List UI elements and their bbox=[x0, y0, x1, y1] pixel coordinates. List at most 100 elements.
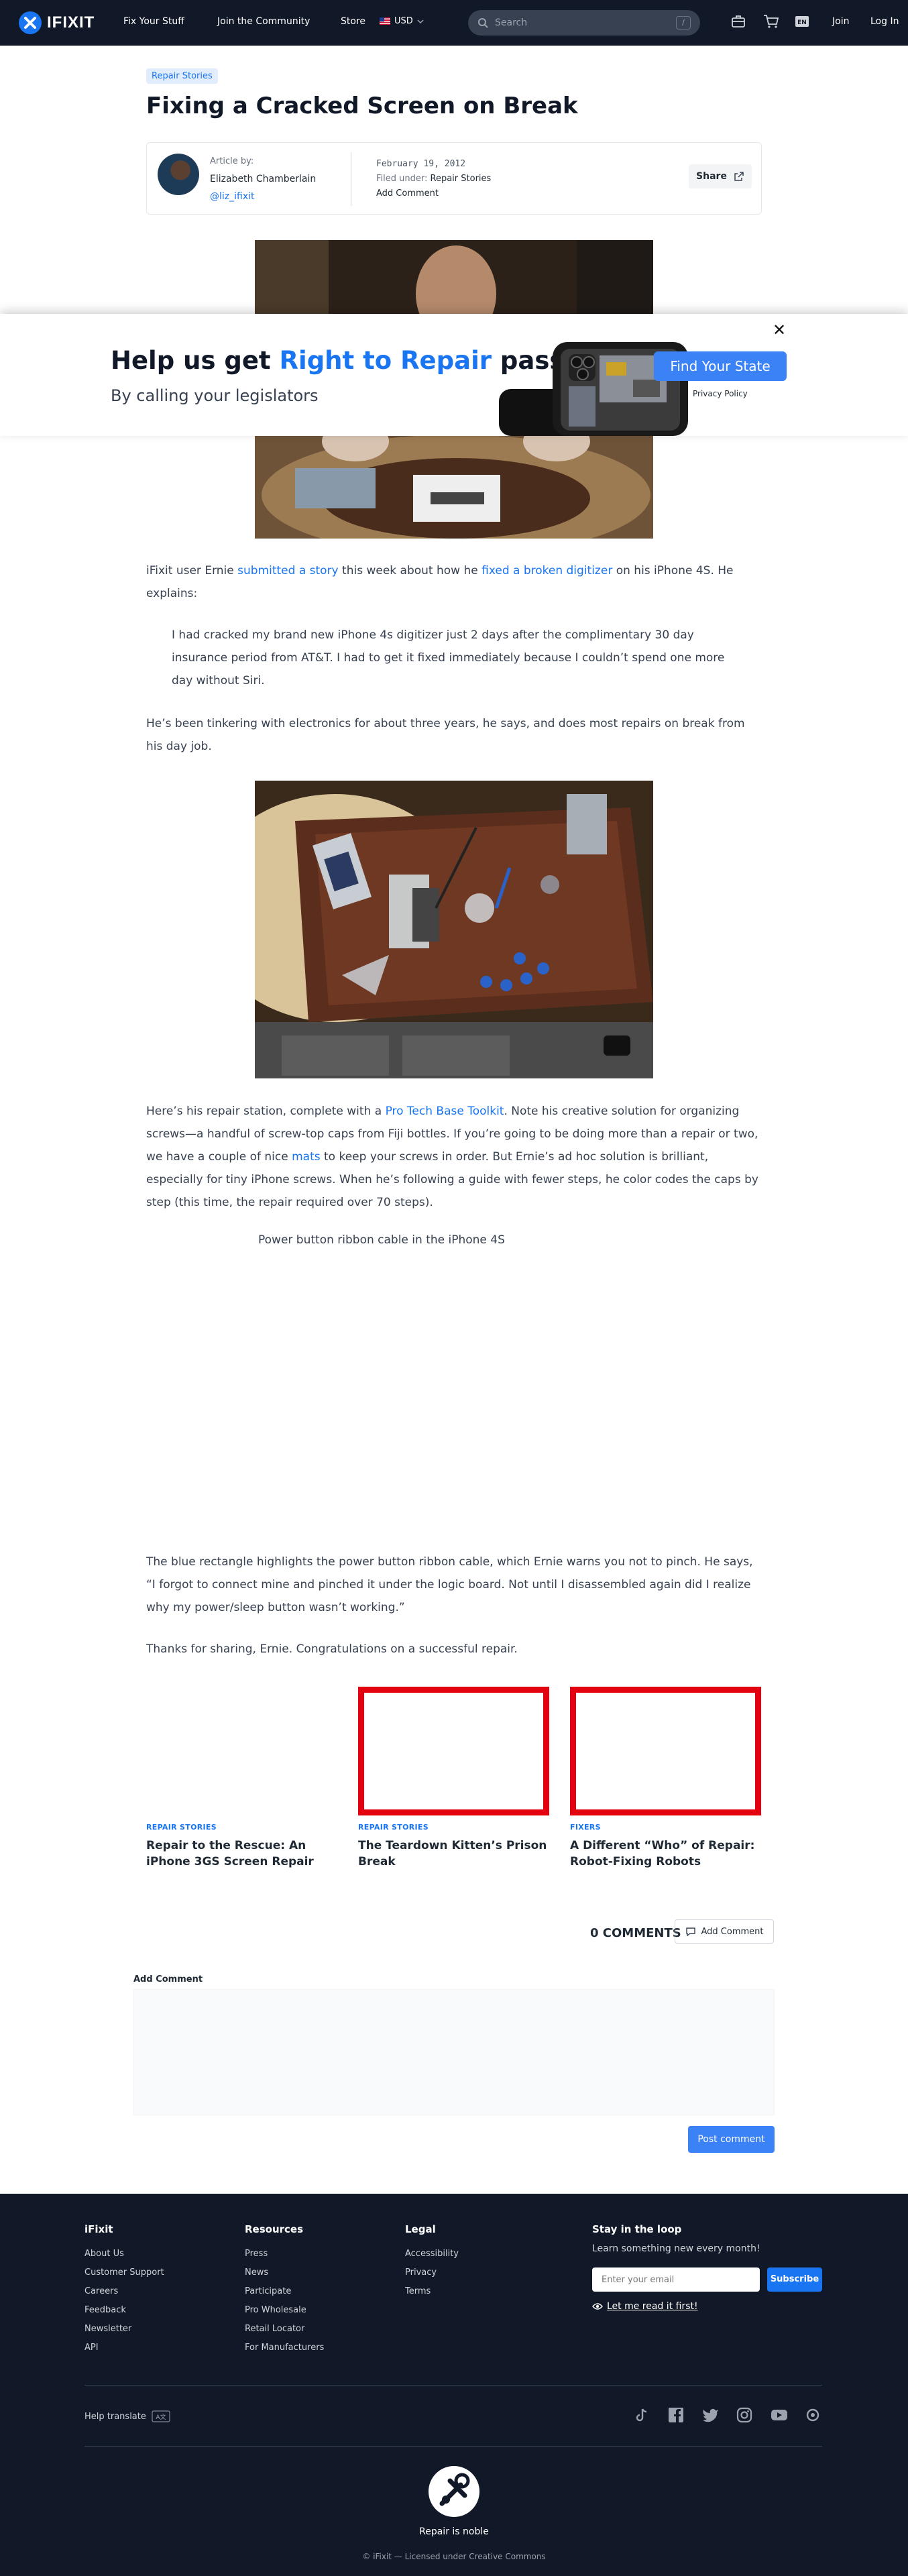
help-translate-label: Help translate bbox=[84, 2411, 146, 2422]
footer-link[interactable]: News bbox=[245, 2267, 268, 2278]
filed-under-link[interactable]: Repair Stories bbox=[431, 174, 492, 184]
related-card-title[interactable]: Repair to the Rescue: An iPhone 3GS Scre… bbox=[146, 1838, 341, 1870]
related-card-title[interactable]: The Teardown Kitten’s Prison Break bbox=[358, 1838, 553, 1870]
category-tag[interactable]: Repair Stories bbox=[146, 68, 218, 84]
filed-under-label: Filed under: bbox=[376, 174, 428, 184]
find-your-state-button[interactable]: Find Your State bbox=[654, 351, 787, 381]
paragraph-thanks: Thanks for sharing, Ernie. Congratulatio… bbox=[146, 1642, 518, 1656]
community-icon[interactable] bbox=[805, 2407, 821, 2423]
language-icon[interactable]: EN bbox=[795, 15, 809, 27]
blockquote: I had cracked my brand new iPhone 4s dig… bbox=[172, 628, 725, 687]
author-name: Elizabeth Chamberlain bbox=[210, 174, 317, 184]
footer-link[interactable]: Customer Support bbox=[84, 2267, 164, 2278]
add-comment-button[interactable]: Add Comment bbox=[675, 1919, 774, 1944]
banner-close-icon[interactable]: ✕ bbox=[773, 321, 786, 339]
right-to-repair-banner: ✕ Help us get Right to Repair passed By … bbox=[0, 314, 908, 436]
footer-link[interactable]: For Manufacturers bbox=[245, 2343, 324, 2353]
search-shortcut-hint: / bbox=[676, 16, 691, 30]
fixed-digitizer-link[interactable]: fixed a broken digitizer bbox=[481, 564, 612, 577]
comments-count: 0 COMMENTS bbox=[590, 1926, 681, 1940]
related-card-tag[interactable]: REPAIR STORIES bbox=[146, 1823, 217, 1832]
footer-link[interactable]: Pro Wholesale bbox=[245, 2305, 306, 2315]
search-input[interactable] bbox=[495, 17, 669, 28]
login-link[interactable]: Log In bbox=[870, 16, 899, 27]
ifixit-logo[interactable]: IFIXIT bbox=[19, 11, 95, 34]
related-card-image[interactable] bbox=[358, 1687, 549, 1815]
site-footer: iFixit About Us Customer Support Careers… bbox=[0, 2194, 908, 2576]
footer-link[interactable]: Newsletter bbox=[84, 2324, 131, 2334]
footer-heading-resources: Resources bbox=[245, 2223, 304, 2235]
search-icon bbox=[478, 18, 488, 28]
share-label: Share bbox=[696, 171, 727, 182]
join-link[interactable]: Join bbox=[832, 16, 849, 27]
footer-tagline: Repair is noble bbox=[419, 2526, 489, 2537]
repair-station-photo bbox=[255, 781, 653, 1078]
filed-under: Filed under: Repair Stories bbox=[376, 174, 491, 184]
mats-link[interactable]: mats bbox=[292, 1150, 321, 1164]
author-avatar[interactable] bbox=[158, 154, 199, 195]
footer-divider bbox=[84, 2385, 822, 2386]
post-comment-button[interactable]: Post comment bbox=[688, 2126, 775, 2153]
banner-headline-pre: Help us get bbox=[111, 346, 280, 375]
related-card-title[interactable]: A Different “Who” of Repair: Robot-Fixin… bbox=[570, 1838, 764, 1870]
nav-join-community[interactable]: Join the Community bbox=[217, 16, 310, 27]
footer-link[interactable]: About Us bbox=[84, 2249, 124, 2259]
repair-is-noble-emblem bbox=[429, 2466, 479, 2517]
nav-store[interactable]: Store bbox=[341, 16, 365, 27]
us-flag-icon bbox=[380, 17, 390, 25]
nav-fix-your-stuff[interactable]: Fix Your Stuff bbox=[123, 16, 184, 27]
comment-bubble-icon bbox=[685, 1927, 695, 1936]
privacy-policy-link[interactable]: Privacy Policy bbox=[693, 389, 748, 398]
currency-label: USD bbox=[394, 16, 413, 26]
author-handle-link[interactable]: @liz_ifixit bbox=[210, 191, 255, 202]
ifixit-logo-icon bbox=[19, 11, 42, 34]
newsletter-email-input[interactable] bbox=[592, 2267, 760, 2292]
cart-icon[interactable] bbox=[763, 14, 779, 29]
related-card-image[interactable] bbox=[570, 1687, 761, 1815]
twitter-icon[interactable] bbox=[702, 2407, 720, 2423]
submitted-story-link[interactable]: submitted a story bbox=[237, 564, 339, 577]
toolbox-icon[interactable] bbox=[731, 14, 746, 29]
footer-link[interactable]: Participate bbox=[245, 2286, 291, 2296]
footer-heading-ifixit: iFixit bbox=[84, 2223, 113, 2235]
facebook-icon[interactable] bbox=[668, 2407, 684, 2423]
related-card-tag[interactable]: REPAIR STORIES bbox=[358, 1823, 429, 1832]
related-card-image[interactable] bbox=[146, 1687, 337, 1815]
help-translate-link[interactable]: Help translate A文 bbox=[84, 2410, 170, 2422]
currency-selector[interactable]: USD bbox=[380, 16, 424, 26]
paragraph-intro: iFixit user Ernie submitted a story this… bbox=[146, 559, 762, 605]
newsletter-subtitle: Learn something new every month! bbox=[592, 2243, 760, 2254]
image-caption: Power button ribbon cable in the iPhone … bbox=[258, 1233, 505, 1247]
paragraph-ribbon-cable: The blue rectangle highlights the power … bbox=[146, 1555, 753, 1614]
read-newsletter-label: Let me read it first! bbox=[607, 2301, 698, 2312]
add-comment-label: Add Comment bbox=[133, 1974, 203, 1984]
read-newsletter-link[interactable]: Let me read it first! bbox=[592, 2301, 698, 2312]
instagram-icon[interactable] bbox=[736, 2407, 752, 2423]
footer-link[interactable]: Press bbox=[245, 2249, 268, 2259]
footer-link[interactable]: Privacy bbox=[405, 2267, 437, 2278]
paragraph-tinkering: He’s been tinkering with electronics for… bbox=[146, 717, 745, 753]
footer-link[interactable]: Feedback bbox=[84, 2305, 126, 2315]
comment-textarea[interactable] bbox=[133, 1989, 775, 2115]
p3-text-1: Here’s his repair station, complete with… bbox=[146, 1105, 386, 1118]
share-button[interactable]: Share bbox=[689, 164, 752, 188]
external-share-icon bbox=[734, 172, 744, 181]
search-bar[interactable]: / bbox=[468, 10, 700, 36]
footer-link[interactable]: Accessibility bbox=[405, 2249, 459, 2259]
footer-link[interactable]: API bbox=[84, 2343, 99, 2353]
publish-date: February 19, 2012 bbox=[376, 159, 466, 169]
chevron-down-icon bbox=[417, 19, 424, 23]
translate-icon: A文 bbox=[152, 2410, 170, 2422]
related-card-tag[interactable]: FIXERS bbox=[570, 1823, 601, 1832]
tiktok-icon[interactable] bbox=[634, 2407, 650, 2423]
pro-tech-toolkit-link[interactable]: Pro Tech Base Toolkit bbox=[386, 1105, 504, 1118]
footer-link[interactable]: Terms bbox=[405, 2286, 431, 2296]
footer-link[interactable]: Retail Locator bbox=[245, 2324, 304, 2334]
byline-add-comment-link[interactable]: Add Comment bbox=[376, 188, 439, 199]
p1-text-1: iFixit user Ernie bbox=[146, 564, 238, 577]
paragraph-repair-station: Here’s his repair station, complete with… bbox=[146, 1100, 762, 1214]
footer-link[interactable]: Careers bbox=[84, 2286, 118, 2296]
youtube-icon[interactable] bbox=[771, 2407, 788, 2423]
language-badge: EN bbox=[797, 19, 807, 26]
subscribe-button[interactable]: Subscribe bbox=[767, 2267, 822, 2292]
